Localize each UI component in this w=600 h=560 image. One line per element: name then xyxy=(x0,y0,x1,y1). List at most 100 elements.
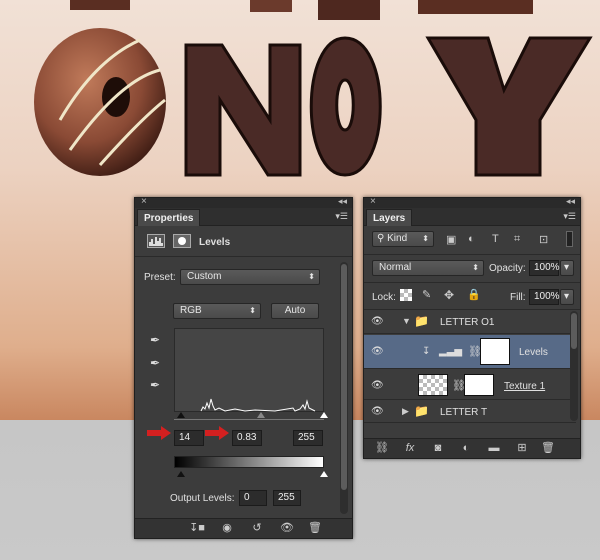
properties-titlebar[interactable]: × ◂◂ xyxy=(135,196,352,208)
eye-icon[interactable]: 👁 xyxy=(371,406,384,417)
properties-panel: × ◂◂ Properties ▾☰ Levels Preset: Custom… xyxy=(134,196,353,539)
properties-scrollbar[interactable] xyxy=(340,262,348,514)
layer-row-letter-o1[interactable]: 👁 ▼ 📁 LETTER O1 xyxy=(364,310,576,334)
input-levels-slider[interactable] xyxy=(174,412,328,420)
black-point-handle[interactable] xyxy=(177,412,185,418)
red-arrow-icon xyxy=(205,426,229,440)
kind-filter-select[interactable]: ⚲ Kind ⬍ xyxy=(372,231,434,247)
mask-thumbnail[interactable] xyxy=(480,338,510,365)
layers-bottom-bar: ⛓ fx ◙ ◐ ▬ ⊞ 🗑 xyxy=(364,438,580,458)
close-icon[interactable]: × xyxy=(141,196,147,207)
properties-bottom-bar: ↧■ ◉ ↺ 👁 🗑 xyxy=(135,518,352,538)
eye-icon[interactable]: 👁 xyxy=(371,380,384,391)
fill-field[interactable]: 100% xyxy=(529,289,560,305)
lock-label: Lock: xyxy=(372,292,396,303)
eye-icon[interactable]: 👁 xyxy=(371,346,384,357)
opacity-field[interactable]: 100% xyxy=(529,260,560,276)
tab-layers[interactable]: Layers xyxy=(366,209,413,226)
lock-transparent-icon[interactable] xyxy=(400,289,412,301)
output-black-field[interactable]: 0 xyxy=(239,490,267,506)
levels-histogram xyxy=(174,328,324,412)
auto-button[interactable]: Auto xyxy=(271,303,319,319)
tab-properties[interactable]: Properties xyxy=(137,209,201,226)
layers-panel: × ◂◂ Layers ▾☰ ⚲ Kind ⬍ ▣ ◐ T ⌗ ⊡ Normal ⬍… xyxy=(363,196,581,459)
red-arrow-icon xyxy=(147,426,171,440)
blend-mode-select[interactable]: Normal ⬍ xyxy=(372,260,484,276)
reset-icon[interactable]: ↺ xyxy=(247,521,267,536)
opacity-label: Opacity: xyxy=(489,263,526,274)
filter-toggle-icon[interactable] xyxy=(566,231,573,247)
trash-icon[interactable]: 🗑 xyxy=(538,441,558,456)
panel-menu-icon[interactable]: ▾☰ xyxy=(563,211,576,222)
filter-smart-object-icon[interactable]: ⊡ xyxy=(539,233,548,246)
layer-name: Levels xyxy=(519,347,548,358)
updown-icon: ⬍ xyxy=(249,306,256,315)
fill-label: Fill: xyxy=(510,292,526,303)
layer-row-texture-1[interactable]: 👁 ⛓ Texture 1 xyxy=(364,370,576,400)
channel-select[interactable]: RGB ⬍ xyxy=(173,303,261,319)
trash-icon[interactable]: 🗑 xyxy=(305,521,325,536)
view-previous-icon[interactable]: ◉ xyxy=(217,521,237,536)
panel-menu-icon[interactable]: ▾☰ xyxy=(335,211,348,222)
gamma-handle[interactable] xyxy=(257,412,265,418)
updown-icon: ⬍ xyxy=(308,272,315,281)
mask-icon[interactable] xyxy=(173,234,191,248)
output-levels-label: Output Levels: xyxy=(170,493,235,504)
scroll-thumb[interactable] xyxy=(571,313,577,349)
filter-shape-icon[interactable]: ⌗ xyxy=(514,233,520,246)
close-icon[interactable]: × xyxy=(370,196,376,207)
output-white-field[interactable]: 255 xyxy=(273,490,301,506)
eyedropper-black-icon[interactable]: ✒ xyxy=(147,332,163,348)
new-group-icon[interactable]: ▬ xyxy=(484,441,504,456)
eye-icon[interactable]: 👁 xyxy=(277,521,297,536)
filter-type-icon[interactable]: T xyxy=(492,233,499,245)
input-white-field[interactable]: 255 xyxy=(293,430,323,446)
layers-scrollbar[interactable] xyxy=(570,311,578,421)
layer-row-levels[interactable]: 👁 ↧ ▂▃▅ ⛓ Levels xyxy=(364,335,576,369)
new-layer-icon[interactable]: ⊞ xyxy=(512,441,532,456)
filter-pixel-icon[interactable]: ▣ xyxy=(446,233,456,246)
layer-row-letter-t[interactable]: 👁 ▶ 📁 LETTER T xyxy=(364,401,576,423)
adjustment-name: Levels xyxy=(199,237,231,248)
folder-icon: 📁 xyxy=(414,404,429,418)
chevron-down-icon[interactable]: ▼ xyxy=(402,316,411,326)
layer-thumbnail[interactable] xyxy=(418,374,448,396)
layers-titlebar[interactable]: × ◂◂ xyxy=(364,196,580,208)
histogram-icon[interactable] xyxy=(147,234,165,248)
opacity-dropdown[interactable]: ▾ xyxy=(560,260,574,276)
filter-adjustment-icon[interactable]: ◐ xyxy=(468,233,475,245)
eyedropper-gray-icon[interactable]: ✒ xyxy=(147,355,163,371)
chevron-right-icon[interactable]: ▶ xyxy=(402,406,409,417)
collapse-icon[interactable]: ◂◂ xyxy=(338,196,347,207)
clip-to-layer-icon[interactable]: ↧■ xyxy=(187,521,207,536)
updown-icon: ⬍ xyxy=(422,234,429,243)
adjustment-layer-icon[interactable]: ◐ xyxy=(456,441,476,456)
white-point-handle[interactable] xyxy=(320,412,328,418)
clip-arrow-icon: ↧ xyxy=(422,346,431,357)
scroll-thumb[interactable] xyxy=(341,264,347,490)
search-icon: ⚲ xyxy=(377,233,388,244)
lock-paint-icon[interactable]: ✎ xyxy=(422,288,431,301)
fx-icon[interactable]: fx xyxy=(400,441,420,456)
output-white-handle[interactable] xyxy=(320,471,328,477)
add-mask-icon[interactable]: ◙ xyxy=(428,441,448,456)
preset-select[interactable]: Custom ⬍ xyxy=(180,269,320,285)
preset-label: Preset: xyxy=(144,272,176,283)
layer-name: Texture 1 xyxy=(504,381,546,392)
layer-name: LETTER T xyxy=(440,407,488,418)
link-layers-icon[interactable]: ⛓ xyxy=(372,441,392,456)
fill-dropdown[interactable]: ▾ xyxy=(560,289,574,305)
eye-icon[interactable]: 👁 xyxy=(371,316,384,327)
collapse-icon[interactable]: ◂◂ xyxy=(566,196,575,207)
mask-thumbnail[interactable] xyxy=(464,374,494,396)
histogram-icon: ▂▃▅ xyxy=(439,346,463,357)
output-gradient xyxy=(174,456,324,468)
lock-position-icon[interactable]: ✥ xyxy=(444,288,454,302)
updown-icon: ⬍ xyxy=(472,263,479,272)
layer-name: LETTER O1 xyxy=(440,317,495,328)
input-black-field[interactable]: 14 xyxy=(174,430,204,446)
output-black-handle[interactable] xyxy=(177,471,185,477)
lock-all-icon[interactable]: 🔒 xyxy=(467,288,481,301)
eyedropper-white-icon[interactable]: ✒ xyxy=(147,377,163,393)
input-gamma-field[interactable]: 0.83 xyxy=(232,430,262,446)
